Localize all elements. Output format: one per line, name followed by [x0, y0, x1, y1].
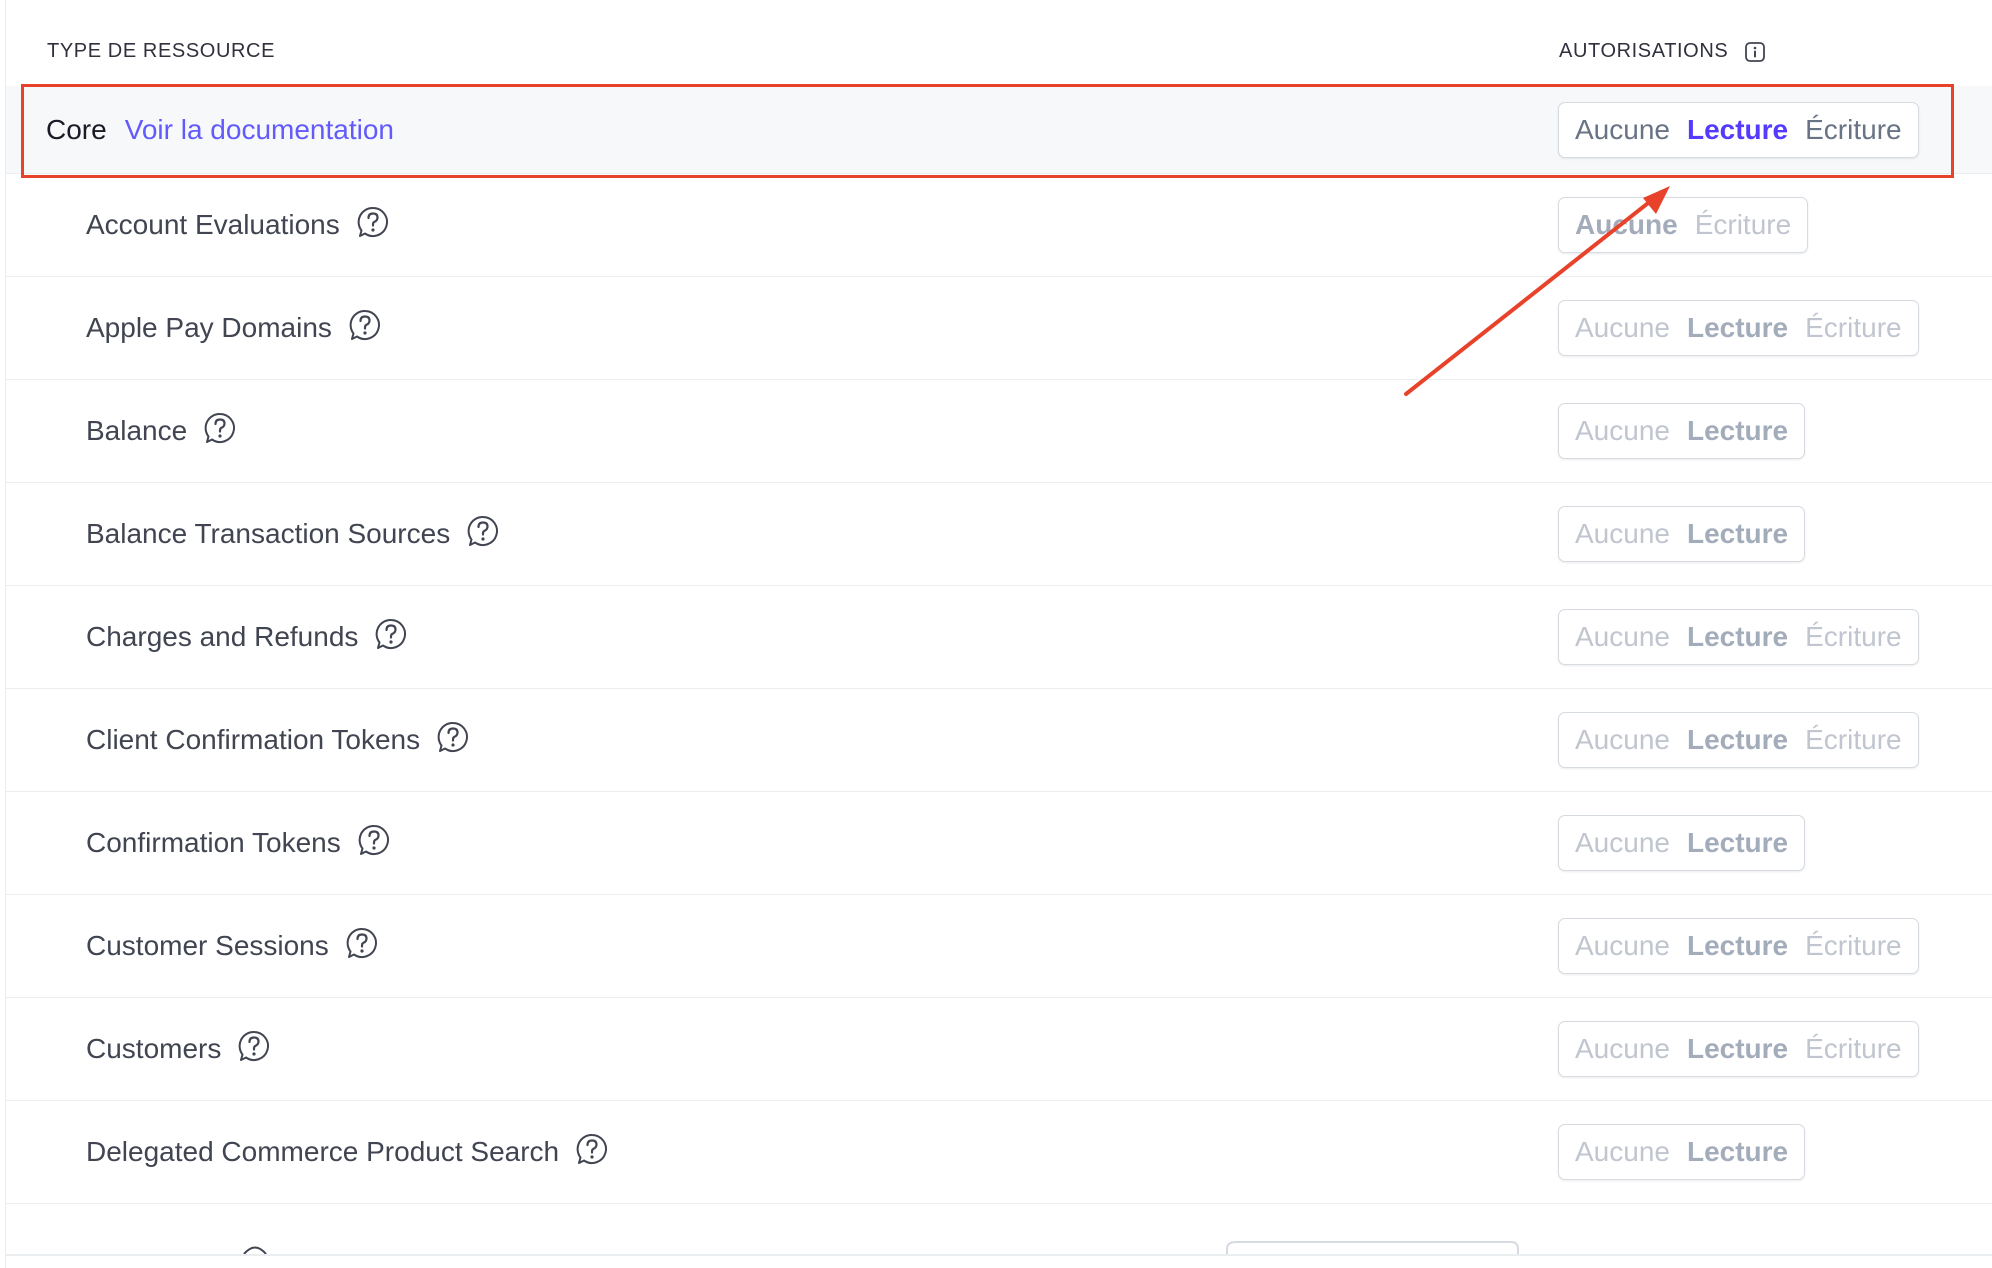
resource-row-balance: Balance Aucune Lecture	[6, 380, 1992, 483]
permission-selector[interactable]: Aucune Lecture Écriture	[1558, 712, 1919, 768]
option-read[interactable]: Lecture	[1687, 312, 1788, 344]
resource-name: Apple Pay Domains	[86, 312, 332, 343]
option-none[interactable]: Aucune	[1575, 827, 1670, 859]
option-read[interactable]: Lecture	[1687, 1136, 1788, 1168]
option-read[interactable]: Lecture	[1687, 930, 1788, 962]
core-option-none[interactable]: Aucune	[1575, 114, 1670, 146]
resource-row-customers: Customers Aucune Lecture Écriture	[6, 998, 1992, 1101]
permissions-header-label: AUTORISATIONS	[1559, 40, 1729, 62]
option-write[interactable]: Écriture	[1805, 1033, 1901, 1065]
resource-row-confirmation-tokens: Confirmation Tokens Aucune Lecture	[6, 792, 1992, 895]
resource-label-group: Account Evaluations	[86, 174, 390, 276]
help-question-icon[interactable]	[374, 617, 408, 651]
resource-label-group: Delegated Commerce Product Search	[86, 1101, 609, 1203]
permission-selector[interactable]: Aucune Lecture Écriture	[1558, 1021, 1919, 1077]
resource-name: Charges and Refunds	[86, 621, 359, 652]
option-none[interactable]: Aucune	[1575, 312, 1670, 344]
resource-name: Account Evaluations	[86, 209, 340, 240]
permission-selector[interactable]: Aucune Lecture	[1558, 506, 1806, 562]
help-question-icon[interactable]	[348, 308, 382, 342]
resource-label-group: Balance Transaction Sources	[86, 483, 500, 585]
permission-selector[interactable]: Aucune Écriture	[1558, 197, 1809, 253]
resource-name: Customer Sessions	[86, 930, 329, 961]
core-permission-selector[interactable]: Aucune Lecture Écriture	[1558, 101, 1919, 158]
option-write[interactable]: Écriture	[1805, 930, 1901, 962]
resource-name: Customers	[86, 1033, 222, 1064]
resource-row-delegated-commerce-product-search: Delegated Commerce Product Search Aucune L…	[6, 1101, 1992, 1204]
resource-label-group: Charges and Refunds	[86, 586, 408, 688]
resource-label-group: Confirmation Tokens	[86, 792, 391, 894]
help-question-icon[interactable]	[466, 514, 500, 548]
help-question-icon[interactable]	[356, 205, 390, 239]
table-header: TYPE DE RESSOURCE AUTORISATIONS	[6, 0, 1992, 87]
option-none[interactable]: Aucune	[1575, 930, 1670, 962]
core-option-write[interactable]: Écriture	[1805, 114, 1901, 146]
resource-row-balance-transaction-sources: Balance Transaction Sources Aucune Lecture	[6, 483, 1992, 586]
resource-name: Client Confirmation Tokens	[86, 724, 421, 755]
resource-label-group: Customers	[86, 998, 271, 1100]
option-none[interactable]: Aucune	[1575, 518, 1670, 550]
option-none[interactable]: Aucune	[1575, 724, 1670, 756]
option-read[interactable]: Lecture	[1687, 518, 1788, 550]
resource-row-customer-sessions: Customer Sessions Aucune Lecture Écriture	[6, 895, 1992, 998]
resource-row-client-confirmation-tokens: Client Confirmation Tokens Aucune Lecture É…	[6, 689, 1992, 792]
resource-row-apple-pay-domains: Apple Pay Domains Aucune Lecture Écriture	[6, 277, 1992, 380]
permission-selector[interactable]: Aucune Lecture	[1558, 1124, 1806, 1180]
partial-row-fragments	[243, 1241, 1519, 1255]
core-name: Core	[46, 113, 107, 145]
permission-selector[interactable]: Aucune Lecture	[1558, 403, 1806, 459]
resource-label-group: Client Confirmation Tokens	[86, 689, 470, 791]
resource-label-group: Balance	[86, 380, 237, 482]
resource-row-account-evaluations: Account Evaluations Aucune Écriture	[6, 174, 1992, 277]
help-question-icon[interactable]	[575, 1132, 609, 1166]
help-question-icon[interactable]	[436, 720, 470, 754]
help-question-icon[interactable]	[345, 926, 379, 960]
info-icon[interactable]	[1744, 41, 1766, 63]
option-write[interactable]: Écriture	[1805, 312, 1901, 344]
resource-type-header: TYPE DE RESSOURCE	[47, 40, 276, 62]
option-read[interactable]: Lecture	[1687, 1033, 1788, 1065]
option-none[interactable]: Aucune	[1575, 621, 1670, 653]
permissions-header: AUTORISATIONS	[1559, 40, 1766, 63]
option-read[interactable]: Lecture	[1687, 621, 1788, 653]
permission-selector[interactable]: Aucune Lecture Écriture	[1558, 609, 1919, 665]
help-question-icon[interactable]	[357, 823, 391, 857]
resource-label-group: Customer Sessions	[86, 895, 379, 997]
resource-label-group: Apple Pay Domains	[86, 277, 382, 379]
resource-row-charges-and-refunds: Charges and Refunds Aucune Lecture Écriture	[6, 586, 1992, 689]
core-row: Core Voir la documentation Aucune Lectur…	[6, 86, 1992, 174]
resource-name: Balance	[86, 415, 188, 446]
help-question-icon[interactable]	[203, 411, 237, 445]
resource-rows: Core Voir la documentation Aucune Lectur…	[6, 86, 1992, 1204]
option-none[interactable]: Aucune	[1575, 1136, 1670, 1168]
option-read[interactable]: Lecture	[1687, 724, 1788, 756]
resource-name: Confirmation Tokens	[86, 827, 341, 858]
partial-next-row	[6, 1219, 1992, 1268]
permission-selector[interactable]: Aucune Lecture Écriture	[1558, 300, 1919, 356]
core-option-read[interactable]: Lecture	[1687, 114, 1788, 146]
permission-selector[interactable]: Aucune Lecture Écriture	[1558, 918, 1919, 974]
option-write[interactable]: Écriture	[1695, 209, 1791, 241]
option-write[interactable]: Écriture	[1805, 724, 1901, 756]
resource-name: Delegated Commerce Product Search	[86, 1136, 560, 1167]
option-none[interactable]: Aucune	[1575, 209, 1678, 241]
permission-selector[interactable]: Aucune Lecture	[1558, 815, 1806, 871]
view-documentation-link[interactable]: Voir la documentation	[125, 114, 394, 146]
core-label-group: Core Voir la documentation	[46, 86, 394, 173]
option-write[interactable]: Écriture	[1805, 621, 1901, 653]
permissions-table: TYPE DE RESSOURCE AUTORISATIONS Core Voi…	[0, 0, 1992, 1268]
help-question-icon[interactable]	[237, 1029, 271, 1063]
resource-name: Balance Transaction Sources	[86, 518, 451, 549]
option-read[interactable]: Lecture	[1687, 415, 1788, 447]
table-bottom-border	[6, 1254, 1992, 1256]
option-none[interactable]: Aucune	[1575, 1033, 1670, 1065]
option-read[interactable]: Lecture	[1687, 827, 1788, 859]
option-none[interactable]: Aucune	[1575, 415, 1670, 447]
